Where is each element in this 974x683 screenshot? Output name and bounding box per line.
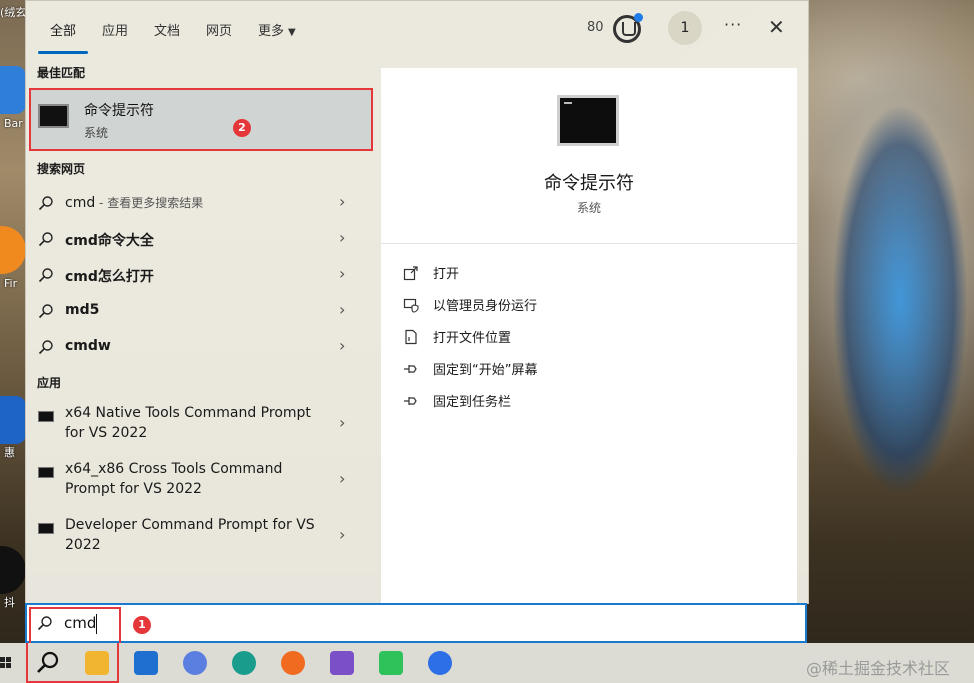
preview-action[interactable]: 打开文件位置	[403, 325, 783, 349]
best-match-item[interactable]: 命令提示符 系统 2	[29, 88, 373, 151]
web-result-row[interactable]: cmd怎么打开 ›	[26, 258, 381, 292]
start-button[interactable]	[0, 647, 18, 679]
step-badge-1: 1	[133, 616, 151, 634]
cmd-app-icon	[38, 411, 54, 422]
chevron-right-icon[interactable]: ›	[339, 300, 345, 319]
search-icon	[38, 231, 54, 247]
tab-more-label: 更多	[258, 24, 285, 39]
step-badge-2: 2	[233, 119, 251, 137]
section-best-match: 最佳匹配	[37, 66, 86, 80]
search-icon	[38, 339, 54, 355]
tab-documents[interactable]: 文档	[154, 20, 180, 39]
cmd-app-icon	[38, 104, 69, 128]
taskbar-firefox-icon[interactable]	[276, 647, 310, 679]
chevron-right-icon[interactable]: ›	[339, 336, 345, 355]
desktop-icon-label: Bar	[4, 117, 23, 130]
preview-action-label: 以管理员身份运行	[433, 299, 538, 314]
desktop-top-text: (绒玄	[0, 6, 27, 19]
chevron-right-icon[interactable]: ›	[339, 469, 345, 488]
chevron-down-icon: ▼	[288, 27, 296, 38]
best-match-title: 命令提示符	[84, 103, 154, 119]
web-result-row[interactable]: md5 ›	[26, 294, 381, 328]
taskbar-mail-icon[interactable]	[129, 647, 163, 679]
app-result-row[interactable]: x64 Native Tools Command Prompt for VS 2…	[26, 401, 381, 453]
preview-pane: 命令提示符 系统 打开以管理员身份运行 打开文件位置固定到“开始”屏幕 固定到任务栏	[381, 68, 797, 605]
chevron-right-icon[interactable]: ›	[339, 413, 345, 432]
app-result-label: Developer Command Prompt for VS 2022	[65, 517, 315, 553]
section-apps: 应用	[37, 376, 62, 390]
tab-apps[interactable]: 应用	[102, 20, 128, 39]
avatar[interactable]: 1	[668, 11, 702, 45]
taskbar-wechat-like-icon[interactable]	[374, 647, 408, 679]
close-icon[interactable]: ✕	[768, 15, 785, 39]
preview-action[interactable]: 打开	[403, 261, 783, 285]
active-tab-indicator	[38, 51, 88, 54]
web-result-text: cmd - 查看更多搜索结果	[65, 195, 204, 211]
web-result-text: cmd怎么打开	[65, 269, 154, 285]
open-icon	[403, 265, 419, 281]
ellipsis-icon[interactable]: ···	[724, 15, 742, 34]
taskbar-file-explorer-icon[interactable]	[80, 647, 114, 679]
desktop-icon-label: 抖	[4, 596, 15, 609]
app-result-row[interactable]: Developer Command Prompt for VS 2022 ›	[26, 513, 381, 565]
search-icon	[38, 195, 54, 211]
divider	[381, 243, 797, 244]
taskbar-visual-studio-icon[interactable]	[325, 647, 359, 679]
rewards-trophy-icon[interactable]	[611, 13, 643, 45]
search-icon	[38, 267, 54, 283]
search-icon	[38, 303, 54, 319]
pin-icon	[403, 361, 419, 377]
file-location-icon	[403, 329, 419, 345]
start-search-panel: 全部 应用 文档 网页 更多 ▼ 80 1 ··· ✕ 最佳匹配 命令提示符 系统…	[25, 0, 810, 605]
desktop-icon-hui[interactable]: 惠	[0, 392, 26, 462]
desktop-icon-label: 惠	[4, 446, 15, 459]
rewards-score: 80	[587, 20, 604, 35]
taskbar: @稀土掘金技术社区	[0, 643, 974, 683]
preview-action[interactable]: 以管理员身份运行	[403, 293, 783, 317]
web-result-text: md5	[65, 302, 100, 318]
app-result-label: x64_x86 Cross Tools Command Prompt for V…	[65, 461, 283, 497]
search-tabs: 全部 应用 文档 网页 更多 ▼ 80 1 ··· ✕	[26, 1, 810, 57]
web-result-text: cmd命令大全	[65, 233, 154, 249]
pin-icon	[403, 393, 419, 409]
chevron-right-icon[interactable]: ›	[339, 228, 345, 247]
app-result-row[interactable]: x64_x86 Cross Tools Command Prompt for V…	[26, 457, 381, 509]
cmd-app-icon	[38, 467, 54, 478]
best-match-subtitle: 系统	[84, 126, 109, 140]
tab-more[interactable]: 更多 ▼	[258, 20, 296, 39]
annotation-highlight	[29, 607, 121, 645]
taskbar-app-blue-icon[interactable]	[423, 647, 457, 679]
app-result-label: x64 Native Tools Command Prompt for VS 2…	[65, 405, 311, 441]
chevron-right-icon[interactable]: ›	[339, 192, 345, 211]
tab-web[interactable]: 网页	[206, 20, 232, 39]
desktop-icon-label: Fir	[4, 277, 18, 290]
chevron-right-icon[interactable]: ›	[339, 525, 345, 544]
shield-admin-icon	[403, 297, 419, 313]
tab-all[interactable]: 全部	[50, 20, 76, 39]
preview-action-label: 打开文件位置	[433, 331, 512, 346]
preview-subtitle: 系统	[576, 201, 601, 215]
watermark: @稀土掘金技术社区	[806, 659, 951, 678]
taskbar-photos-icon[interactable]	[178, 647, 212, 679]
preview-action-label: 固定到“开始”屏幕	[433, 363, 538, 378]
cmd-app-large-icon	[557, 95, 619, 146]
section-web: 搜索网页	[37, 162, 86, 176]
preview-action[interactable]: 固定到“开始”屏幕	[403, 357, 783, 381]
preview-action-label: 固定到任务栏	[433, 395, 512, 410]
preview-action-label: 打开	[433, 267, 460, 282]
desktop-icon-firefox[interactable]: Fir	[0, 222, 26, 292]
notification-dot	[634, 13, 643, 22]
web-result-text: cmdw	[65, 338, 111, 354]
cmd-app-icon	[38, 523, 54, 534]
taskbar-edge-icon[interactable]	[227, 647, 261, 679]
desktop-icon-douyin[interactable]: 抖	[0, 542, 26, 612]
desktop-icon-bar[interactable]: Bar	[0, 62, 26, 132]
web-result-row[interactable]: cmd命令大全 ›	[26, 222, 381, 256]
search-box[interactable]: cmd 1	[25, 603, 807, 645]
preview-action[interactable]: 固定到任务栏	[403, 389, 783, 413]
web-result-row[interactable]: cmdw ›	[26, 330, 381, 364]
preview-title: 命令提示符	[544, 173, 634, 194]
chevron-right-icon[interactable]: ›	[339, 264, 345, 283]
web-result-row[interactable]: cmd - 查看更多搜索结果 ›	[26, 186, 381, 220]
